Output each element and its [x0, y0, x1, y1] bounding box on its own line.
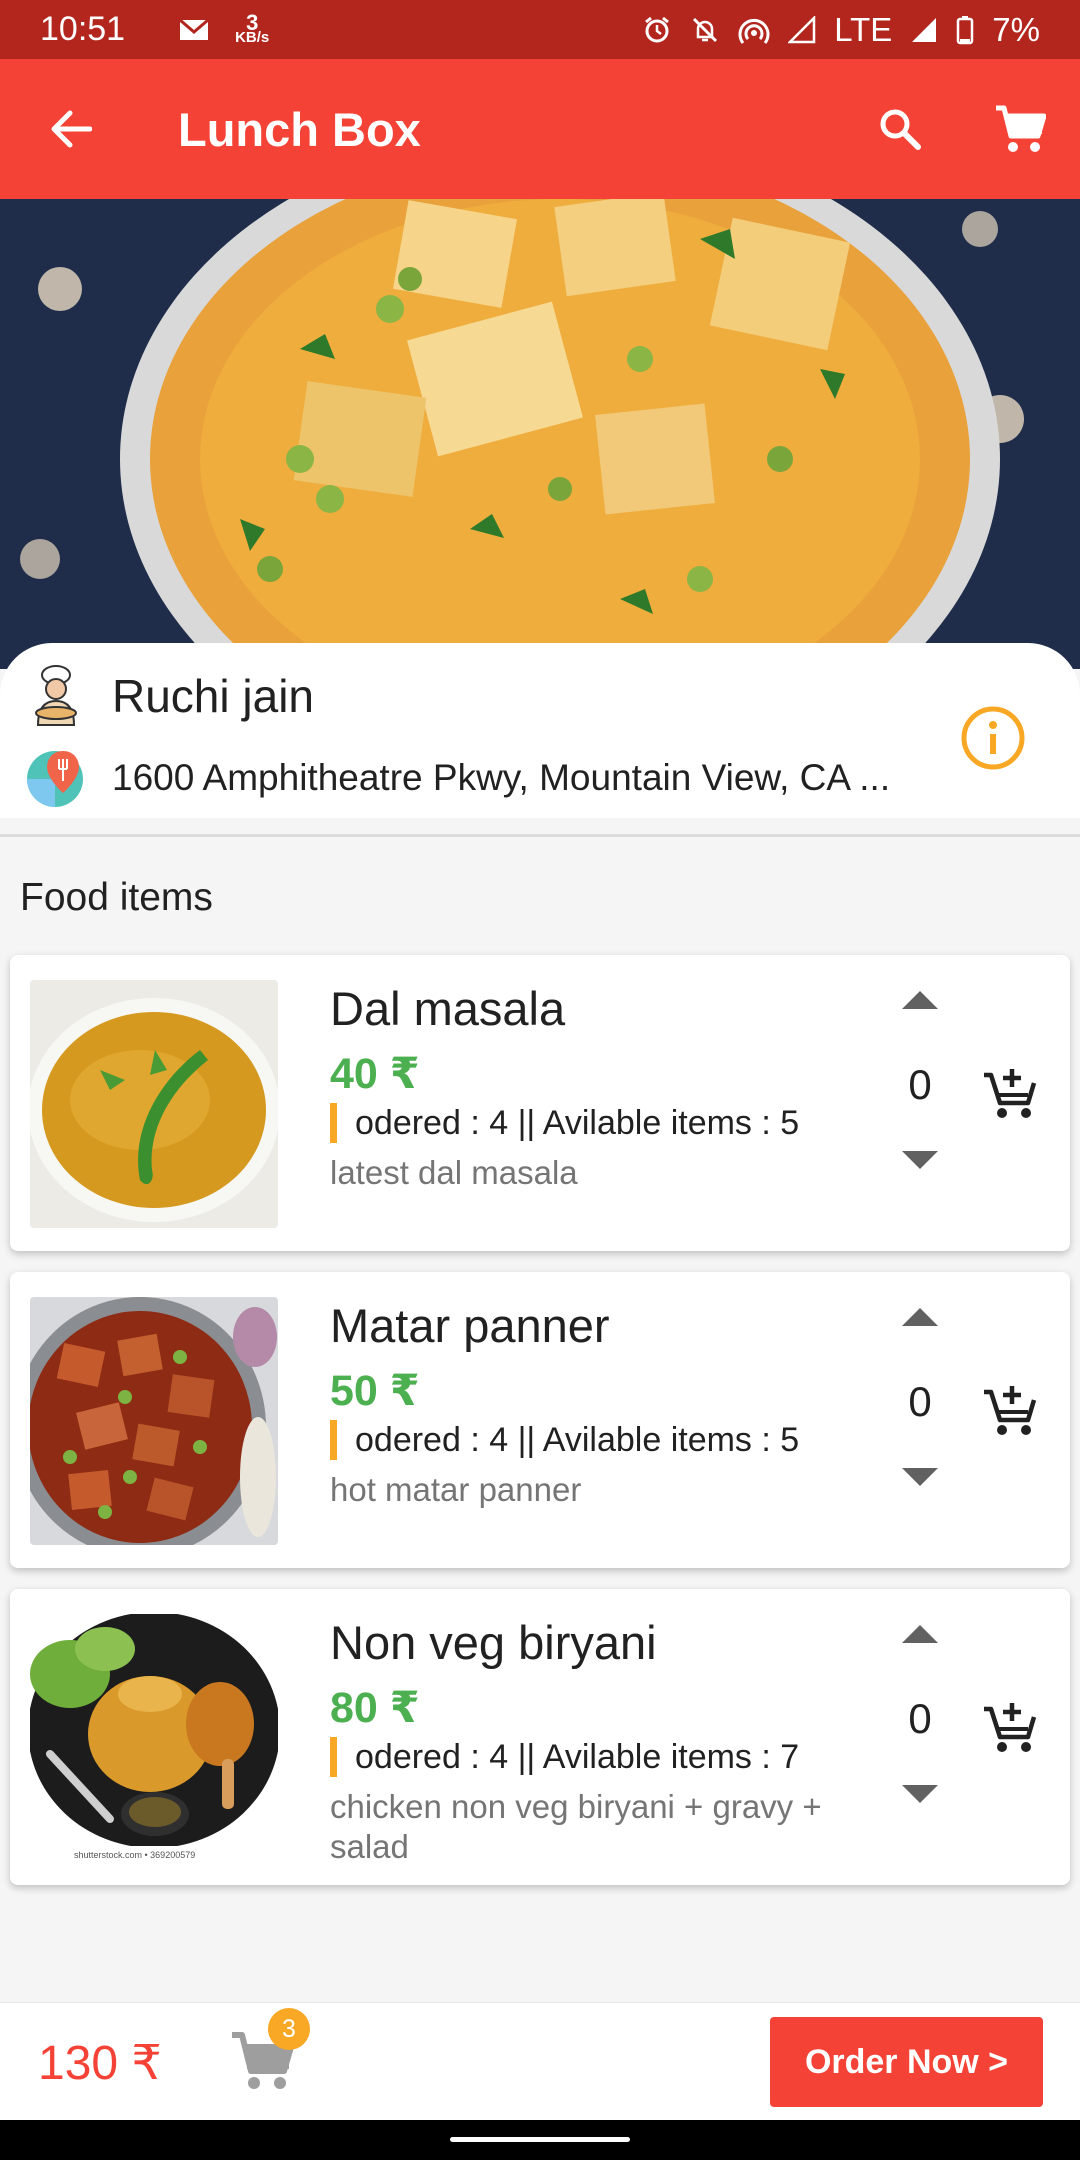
food-name: Dal masala — [330, 982, 566, 1035]
food-item-card[interactable]: shutterstock.com • 369200579 Non veg bir… — [10, 1589, 1070, 1885]
cart-count-badge: 3 — [268, 2008, 310, 2050]
add-to-cart-button[interactable] — [982, 1699, 1038, 1760]
add-to-cart-button[interactable] — [982, 1382, 1038, 1443]
vendor-name: Ruchi jain — [112, 670, 314, 722]
network-speed: 3 KB/s — [235, 9, 270, 46]
mute-icon — [690, 15, 720, 45]
cart-total: 130 ₹ — [38, 2037, 162, 2090]
food-item-card[interactable]: Matar panner 50 ₹ odered : 4 || Avilable… — [10, 1272, 1070, 1568]
vendor-name-row: Ruchi jain — [0, 661, 314, 731]
add-shopping-cart-icon — [984, 1703, 1037, 1752]
triangle-up-icon — [902, 1308, 938, 1326]
order-now-button[interactable]: Order Now > — [770, 2017, 1043, 2107]
decrease-quantity-button[interactable] — [900, 1783, 940, 1812]
map-pin-icon — [0, 743, 112, 813]
section-title: Food items — [20, 876, 213, 919]
cart-icon — [996, 105, 1046, 152]
signal-icon — [788, 15, 816, 44]
add-shopping-cart-icon — [984, 1386, 1037, 1435]
quantity-stepper: 0 — [870, 1613, 970, 1833]
vendor-address-row: 1600 Amphitheatre Pkwy, Mountain View, C… — [0, 743, 890, 813]
chef-icon — [0, 661, 112, 731]
add-to-cart-button[interactable] — [982, 1065, 1038, 1126]
increase-quantity-button[interactable] — [900, 1621, 940, 1650]
triangle-up-icon — [902, 991, 938, 1009]
food-order-stats: odered : 4 || Avilable items : 5 — [330, 1420, 799, 1460]
food-name: Matar panner — [330, 1299, 610, 1352]
network-type: LTE — [834, 10, 893, 48]
decrease-quantity-button[interactable] — [900, 1149, 940, 1178]
status-time: 10:51 — [40, 10, 126, 48]
food-order-stats: odered : 4 || Avilable items : 7 — [330, 1737, 799, 1777]
food-description: latest dal masala — [330, 1154, 578, 1191]
quantity-value: 0 — [908, 1378, 932, 1425]
cart-button[interactable] — [960, 59, 1080, 199]
food-description: chicken non veg biryani + gravy + salad — [330, 1788, 822, 1865]
quantity-stepper: 0 — [870, 1296, 970, 1516]
triangle-up-icon — [902, 1625, 938, 1643]
page-title: Lunch Box — [178, 102, 421, 156]
vendor-card: Ruchi jain 1600 Amphitheatre Pkwy, Mount… — [0, 643, 1080, 818]
search-icon — [880, 109, 921, 150]
quantity-stepper: 0 — [870, 979, 970, 1199]
add-shopping-cart-icon — [984, 1069, 1037, 1118]
info-button[interactable] — [958, 703, 1028, 773]
food-price: 80 ₹ — [330, 1684, 420, 1732]
quantity-value: 0 — [908, 1695, 932, 1742]
vendor-address: 1600 Amphitheatre Pkwy, Mountain View, C… — [112, 757, 891, 798]
quantity-value: 0 — [908, 1061, 932, 1108]
alarm-icon — [642, 15, 672, 45]
triangle-down-icon — [902, 1151, 938, 1169]
decrease-quantity-button[interactable] — [900, 1466, 940, 1495]
triangle-down-icon — [902, 1468, 938, 1486]
increase-quantity-button[interactable] — [900, 1304, 940, 1333]
hotspot-icon — [738, 15, 770, 45]
increase-quantity-button[interactable] — [900, 987, 940, 1016]
info-icon — [961, 706, 1025, 770]
divider — [0, 834, 1080, 837]
food-thumbnail: shutterstock.com • 369200579 — [30, 1614, 278, 1862]
signal-icon-2 — [910, 16, 938, 44]
status-bar: 10:51 3 KB/s LTE 7% — [0, 0, 1080, 59]
food-name: Non veg biryani — [330, 1616, 657, 1669]
home-gesture-handle[interactable] — [450, 2137, 630, 2142]
battery-level: 7% — [992, 10, 1040, 48]
food-order-stats: odered : 4 || Avilable items : 5 — [330, 1103, 799, 1143]
back-arrow-icon — [51, 110, 92, 148]
food-thumbnail — [30, 980, 278, 1228]
food-item-card[interactable]: Dal masala 40 ₹ odered : 4 || Avilable i… — [10, 955, 1070, 1251]
search-button[interactable] — [840, 59, 960, 199]
food-price: 50 ₹ — [330, 1367, 420, 1415]
battery-icon — [956, 15, 974, 45]
food-thumbnail — [30, 1297, 278, 1545]
food-description: hot matar panner — [330, 1471, 582, 1508]
back-button[interactable] — [0, 59, 140, 199]
app-bar: Lunch Box — [0, 59, 1080, 199]
gmail-icon — [179, 18, 210, 42]
checkout-bar: 130 ₹ 3 Order Now > — [0, 2002, 1080, 2120]
food-price: 40 ₹ — [330, 1050, 420, 1098]
system-nav-bar — [0, 2120, 1080, 2160]
svg-text:shutterstock.com • 369200579: shutterstock.com • 369200579 — [74, 1850, 195, 1860]
hero-food-image — [0, 199, 1080, 669]
triangle-down-icon — [902, 1785, 938, 1803]
